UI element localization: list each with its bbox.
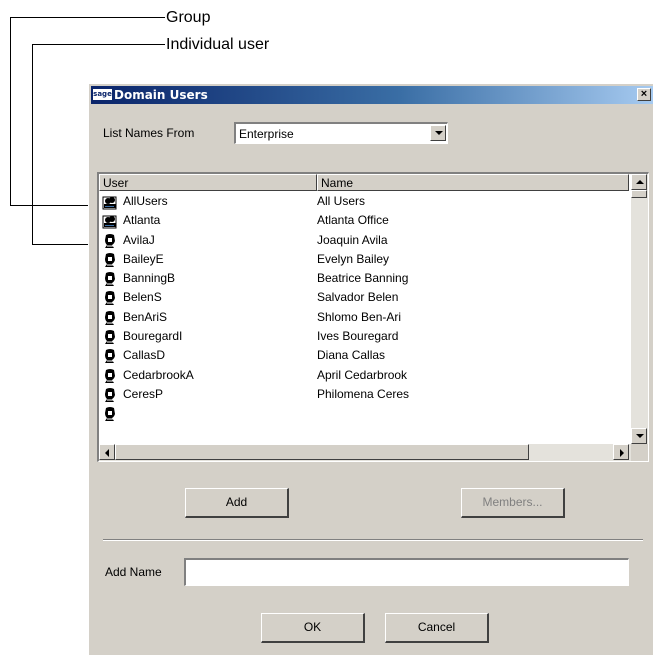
user-icon <box>102 329 118 345</box>
callout-group-line <box>10 17 165 18</box>
cell-user: BanningB <box>123 271 176 286</box>
callout-group-line <box>10 17 11 205</box>
list-row[interactable]: BelenS Salvador Belen <box>99 288 629 307</box>
cell-user: AllUsers <box>123 194 168 208</box>
cancel-button[interactable]: Cancel <box>385 613 489 643</box>
user-icon <box>102 387 118 403</box>
horizontal-scroll-thumb[interactable] <box>115 444 529 460</box>
cell-name: All Users <box>317 194 366 208</box>
column-header-name[interactable]: Name <box>317 174 629 191</box>
list-names-label: List Names From <box>103 126 195 140</box>
close-icon: × <box>640 88 648 100</box>
list-row[interactable]: Atlanta Atlanta Office <box>99 211 629 230</box>
cell-name: Atlanta Office <box>317 213 389 228</box>
list-row[interactable]: BaileyE Evelyn Bailey <box>99 250 629 269</box>
add-name-input[interactable] <box>184 558 629 586</box>
cell-name: Salvador Belen <box>317 290 399 305</box>
list-row[interactable]: BanningB Beatrice Banning <box>99 269 629 288</box>
scroll-corner <box>631 444 648 461</box>
user-icon <box>102 233 118 249</box>
cell-name: Ives Bouregard <box>317 329 399 344</box>
list-row[interactable]: CeresP Philomena Ceres <box>99 385 629 404</box>
list-names-dropdown[interactable]: Enterprise <box>234 122 448 144</box>
arrow-down-icon <box>636 434 644 438</box>
cell-name: Evelyn Bailey <box>317 251 390 266</box>
ok-button-label: OK <box>303 620 322 634</box>
arrow-right-icon <box>620 449 624 457</box>
user-icon <box>102 252 118 268</box>
separator <box>103 539 643 541</box>
vertical-scroll-thumb[interactable] <box>631 190 647 198</box>
list-row[interactable]: BouregardI Ives Bouregard <box>99 327 629 346</box>
group-icon <box>102 213 118 229</box>
scroll-right-button[interactable] <box>613 444 629 460</box>
sage-logo: sage <box>93 89 112 100</box>
scroll-left-button[interactable] <box>99 444 115 460</box>
column-header-user[interactable]: User <box>99 174 317 191</box>
list-header: User Name <box>99 174 629 191</box>
cell-user: AvilaJ <box>123 232 155 247</box>
members-button-label: Members... <box>482 495 543 509</box>
arrow-left-icon <box>105 449 109 457</box>
cell-user: Atlanta <box>123 213 161 228</box>
cell-name: Beatrice Banning <box>317 271 409 286</box>
domain-users-dialog: sage Domain Users × List Names From Ente… <box>88 83 653 655</box>
horizontal-scrollbar[interactable] <box>99 444 631 461</box>
callout-individual-label: Individual user <box>166 36 270 53</box>
dialog-title: Domain Users <box>114 88 208 102</box>
cell-name: Diana Callas <box>317 348 386 363</box>
cell-user: BaileyE <box>123 251 164 266</box>
add-name-label: Add Name <box>105 565 162 579</box>
chevron-down-icon <box>435 131 443 135</box>
cell-user: BenAriS <box>123 309 168 324</box>
list-row[interactable] <box>99 404 629 423</box>
cell-user: CallasD <box>123 348 166 363</box>
callout-group-label: Group <box>166 9 211 26</box>
list-rows: AllUsers All Users Atlanta Atlanta Office Av… <box>99 192 629 424</box>
user-icon <box>102 368 118 384</box>
list-row[interactable]: AllUsers All Users <box>99 192 629 211</box>
cell-name: Shlomo Ben-Ari <box>317 309 402 324</box>
scroll-up-button[interactable] <box>631 174 647 190</box>
cell-name: Joaquin Avila <box>317 232 388 247</box>
add-button-label: Add <box>225 495 248 509</box>
list-row[interactable]: BenAriS Shlomo Ben-Ari <box>99 308 629 327</box>
add-button[interactable]: Add <box>185 488 289 518</box>
members-button[interactable]: Members... <box>461 488 565 518</box>
dropdown-button[interactable] <box>430 125 446 141</box>
user-icon <box>102 290 118 306</box>
cell-user: CedarbrookA <box>123 367 194 382</box>
cell-user: BouregardI <box>123 329 183 344</box>
user-icon <box>102 310 118 326</box>
cell-user: CeresP <box>123 386 164 401</box>
column-name-label: Name <box>321 176 354 190</box>
callout-individual-line <box>32 44 33 244</box>
ok-button[interactable]: OK <box>261 613 365 643</box>
column-user-label: User <box>103 176 129 190</box>
user-icon <box>102 406 118 422</box>
list-row[interactable]: CallasD Diana Callas <box>99 346 629 365</box>
close-button[interactable]: × <box>637 88 651 101</box>
list-row[interactable]: CedarbrookA April Cedarbrook <box>99 366 629 385</box>
cancel-button-label: Cancel <box>417 620 456 634</box>
user-icon <box>102 348 118 364</box>
arrow-up-icon <box>636 180 644 184</box>
users-list[interactable]: User Name AllUsers All Users Atlanta Atlant… <box>97 172 649 462</box>
callout-individual-line <box>32 44 165 45</box>
vertical-scrollbar[interactable] <box>631 174 648 444</box>
list-names-value: Enterprise <box>239 127 294 141</box>
cell-name: Philomena Ceres <box>317 386 410 401</box>
cell-name: April Cedarbrook <box>317 367 408 382</box>
cell-user: BelenS <box>123 290 162 305</box>
user-icon <box>102 271 118 287</box>
group-icon <box>102 194 118 210</box>
list-row[interactable]: AvilaJ Joaquin Avila <box>99 231 629 250</box>
title-bar[interactable]: sage Domain Users × <box>91 86 653 104</box>
scroll-down-button[interactable] <box>631 428 647 444</box>
